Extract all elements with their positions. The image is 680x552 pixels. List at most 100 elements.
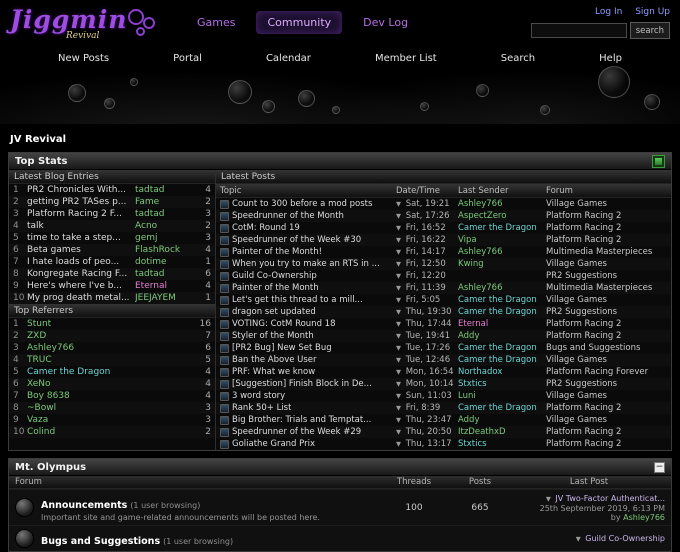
- last-post-arrow-icon[interactable]: ▼: [396, 380, 401, 388]
- blog-author-link[interactable]: Acno: [135, 221, 195, 231]
- post-sender-link[interactable]: Camer the Dragon: [458, 355, 546, 365]
- post-topic-link[interactable]: Rank 50+ List: [232, 403, 291, 413]
- last-post-arrow-icon[interactable]: ▼: [396, 416, 401, 424]
- post-forum-link[interactable]: Platform Racing 2: [546, 211, 667, 221]
- post-sender-link[interactable]: Ashley766: [458, 247, 546, 257]
- post-forum-link[interactable]: Bugs and Suggestions: [546, 343, 667, 353]
- blog-author-link[interactable]: tadtad: [135, 209, 195, 219]
- post-sender-link[interactable]: Camer the Dragon: [458, 307, 546, 317]
- post-forum-link[interactable]: Platform Racing 2: [546, 235, 667, 245]
- last-post-arrow-icon[interactable]: ▼: [396, 344, 401, 352]
- post-forum-link[interactable]: Village Games: [546, 391, 667, 401]
- post-forum-link[interactable]: Platform Racing 2: [546, 223, 667, 233]
- post-forum-link[interactable]: PR2 Suggestions: [546, 271, 667, 281]
- referrer-link[interactable]: TRUC: [27, 355, 195, 365]
- post-forum-link[interactable]: Village Games: [546, 415, 667, 425]
- post-sender-link[interactable]: Stxtics: [458, 439, 546, 449]
- post-topic-link[interactable]: Ban the Above User: [232, 355, 317, 365]
- last-post-arrow-icon[interactable]: ▼: [396, 356, 401, 364]
- post-forum-link[interactable]: Platform Racing 2: [546, 427, 667, 437]
- blog-entry-link[interactable]: Kongregate Racing F...: [27, 269, 135, 279]
- post-topic-link[interactable]: Let's get this thread to a mill...: [232, 295, 363, 305]
- post-sender-link[interactable]: Camer the Dragon: [458, 343, 546, 353]
- blog-entry-link[interactable]: My prog death metal...: [27, 293, 135, 303]
- last-post-arrow-icon[interactable]: ▼: [396, 320, 401, 328]
- subnav-item-member-list[interactable]: Member List: [375, 53, 437, 64]
- blog-entry-link[interactable]: Platform Racing 2 F...: [27, 209, 135, 219]
- last-post-arrow-icon[interactable]: ▼: [396, 284, 401, 292]
- post-topic-link[interactable]: Painter of the Month!: [232, 247, 322, 257]
- blog-entry-link[interactable]: I hate loads of peo...: [27, 257, 135, 267]
- post-sender-link[interactable]: Camer the Dragon: [458, 403, 546, 413]
- referrer-link[interactable]: Camer the Dragon: [27, 367, 195, 377]
- blog-entry-link[interactable]: Beta games: [27, 245, 135, 255]
- subnav-item-portal[interactable]: Portal: [173, 53, 202, 64]
- post-sender-link[interactable]: Eternal: [458, 319, 546, 329]
- post-forum-link[interactable]: Platform Racing Forever: [546, 367, 667, 377]
- last-post-arrow-icon[interactable]: ▼: [396, 212, 401, 220]
- login-link[interactable]: Log In: [595, 7, 622, 17]
- search-button[interactable]: search: [629, 22, 670, 39]
- post-forum-link[interactable]: Platform Racing 2: [546, 331, 667, 341]
- post-forum-link[interactable]: Multimedia Masterpieces: [546, 247, 667, 257]
- blog-entry-link[interactable]: time to take a step...: [27, 233, 135, 243]
- blog-entry-link[interactable]: Here's where I've b...: [27, 281, 135, 291]
- last-post-arrow-icon[interactable]: ▼: [396, 248, 401, 256]
- last-post-arrow-icon[interactable]: ▼: [396, 440, 401, 448]
- last-post-arrow-icon[interactable]: ▼: [396, 332, 401, 340]
- subnav-item-calendar[interactable]: Calendar: [266, 53, 311, 64]
- post-forum-link[interactable]: Multimedia Masterpieces: [546, 283, 667, 293]
- referrer-link[interactable]: Stunt: [27, 319, 195, 329]
- site-logo[interactable]: Jiggmin Revival: [10, 5, 168, 47]
- last-post-arrow-icon[interactable]: ▼: [546, 495, 551, 503]
- post-forum-link[interactable]: Platform Racing 2: [546, 403, 667, 413]
- signup-link[interactable]: Sign Up: [635, 7, 670, 17]
- post-topic-link[interactable]: 3 word story: [232, 391, 285, 401]
- post-sender-link[interactable]: AspectZero: [458, 211, 546, 221]
- post-topic-link[interactable]: Big Brother: Trials and Temptat...: [232, 415, 371, 425]
- nav-item-community[interactable]: Community: [256, 11, 343, 34]
- post-topic-link[interactable]: Guild Co-Ownership: [232, 271, 317, 281]
- post-sender-link[interactable]: Vipa: [458, 235, 546, 245]
- post-forum-link[interactable]: Village Games: [546, 355, 667, 365]
- search-input[interactable]: [530, 23, 627, 38]
- post-topic-link[interactable]: [PR2 Bug] New Set Bug: [232, 343, 332, 353]
- blog-author-link[interactable]: tadtad: [135, 185, 195, 195]
- post-topic-link[interactable]: dragon set updated: [232, 307, 316, 317]
- post-sender-link[interactable]: Ashley766: [458, 199, 546, 209]
- blog-author-link[interactable]: Eternal: [135, 281, 195, 291]
- post-sender-link[interactable]: ItzDeathxD: [458, 427, 546, 437]
- post-forum-link[interactable]: Platform Racing 2: [546, 439, 667, 449]
- last-post-arrow-icon[interactable]: ▼: [396, 404, 401, 412]
- post-sender-link[interactable]: Camer the Dragon: [458, 223, 546, 233]
- last-post-arrow-icon[interactable]: ▼: [396, 260, 401, 268]
- blog-author-link[interactable]: gemj: [135, 233, 195, 243]
- post-topic-link[interactable]: Speedrunner of the Week #29: [232, 427, 361, 437]
- forum-link[interactable]: Announcements: [41, 500, 127, 511]
- post-topic-link[interactable]: CotM: Round 19: [232, 223, 300, 233]
- referrer-link[interactable]: ZXD: [27, 331, 195, 341]
- post-topic-link[interactable]: When you try to make an RTS in ...: [232, 259, 380, 269]
- nav-item-games[interactable]: Games: [186, 11, 246, 34]
- last-post-arrow-icon[interactable]: ▼: [396, 224, 401, 232]
- blog-author-link[interactable]: tadtad: [135, 269, 195, 279]
- post-sender-link[interactable]: Luni: [458, 391, 546, 401]
- referrer-link[interactable]: Ashley766: [27, 343, 195, 353]
- subnav-item-search[interactable]: Search: [501, 53, 535, 64]
- post-sender-link[interactable]: Stxtics: [458, 379, 546, 389]
- post-sender-link[interactable]: Ashley766: [458, 283, 546, 293]
- referrer-link[interactable]: Colind: [27, 427, 195, 437]
- last-post-arrow-icon[interactable]: ▼: [396, 368, 401, 376]
- post-topic-link[interactable]: Speedrunner of the Month: [232, 211, 344, 221]
- post-forum-link[interactable]: PR2 Suggestions: [546, 307, 667, 317]
- breadcrumb-link[interactable]: JV Revival: [10, 134, 66, 145]
- post-topic-link[interactable]: [Suggestion] Finish Block in De...: [232, 379, 372, 389]
- post-topic-link[interactable]: Styler of the Month: [232, 331, 314, 341]
- last-post-arrow-icon[interactable]: ▼: [396, 200, 401, 208]
- post-topic-link[interactable]: Painter of the Month: [232, 283, 319, 293]
- post-sender-link[interactable]: Northadox: [458, 367, 546, 377]
- last-post-arrow-icon[interactable]: ▼: [576, 535, 581, 543]
- blog-author-link[interactable]: JEEJAYEM: [135, 293, 195, 303]
- last-post-arrow-icon[interactable]: ▼: [396, 296, 401, 304]
- subnav-item-new-posts[interactable]: New Posts: [58, 53, 109, 64]
